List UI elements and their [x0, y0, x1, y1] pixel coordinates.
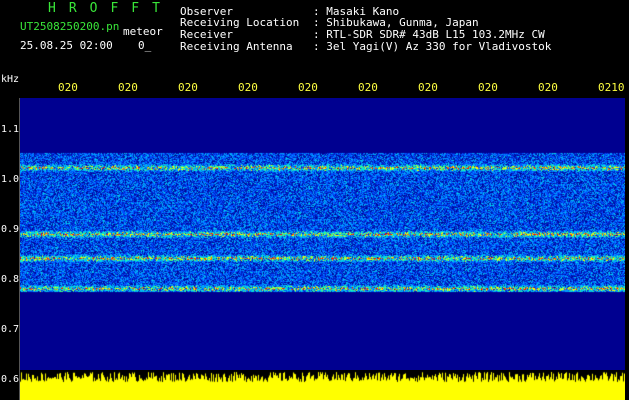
signal-histogram — [20, 370, 625, 400]
meteor-count: 0_ — [138, 39, 152, 52]
hrofft-window: HROFFT UT2508250200.pn meteor 25.08.25 0… — [0, 0, 629, 400]
time-tick: 0209 — [538, 82, 558, 93]
antenna-value: : 3el Yagi(V) Az 330 for Vladivostok — [313, 40, 552, 53]
receiver-value: : RTL-SDR SDR# 43dB L15 103.2MHz CW — [313, 28, 545, 41]
waterfall-spectrogram — [20, 98, 625, 370]
date-time: 25.08.25 02:00 — [20, 39, 113, 52]
time-tick: 0201 — [58, 82, 78, 93]
app-brand: HROFFT — [48, 1, 173, 16]
file-name: UT2508250200.pn — [20, 20, 120, 33]
time-tick: 0210 — [598, 82, 625, 93]
meteor-label: meteor — [123, 25, 163, 38]
receiver-label: Receiver — [180, 28, 233, 41]
freq-tick: 0.6 — [1, 374, 20, 385]
freq-tick: 0.8 — [1, 274, 20, 285]
antenna-label: Receiving Antenna — [180, 40, 293, 53]
time-tick: 0208 — [478, 82, 498, 93]
freq-unit-label: kHz — [1, 74, 20, 85]
time-tick: 0204 — [238, 82, 258, 93]
time-tick: 0203 — [178, 82, 198, 93]
freq-tick: 0.9 — [1, 224, 20, 235]
location-label: Receiving Location — [180, 16, 300, 29]
time-tick: 0205 — [298, 82, 318, 93]
time-tick: 0202 — [118, 82, 138, 93]
location-value: : Shibukawa, Gunma, Japan — [313, 16, 479, 29]
freq-tick: 1.0 — [1, 174, 20, 185]
time-tick: 0207 — [418, 82, 438, 93]
freq-tick: 1.1 — [1, 124, 20, 135]
freq-tick: 0.7 — [1, 324, 20, 335]
time-tick: 0206 — [358, 82, 378, 93]
